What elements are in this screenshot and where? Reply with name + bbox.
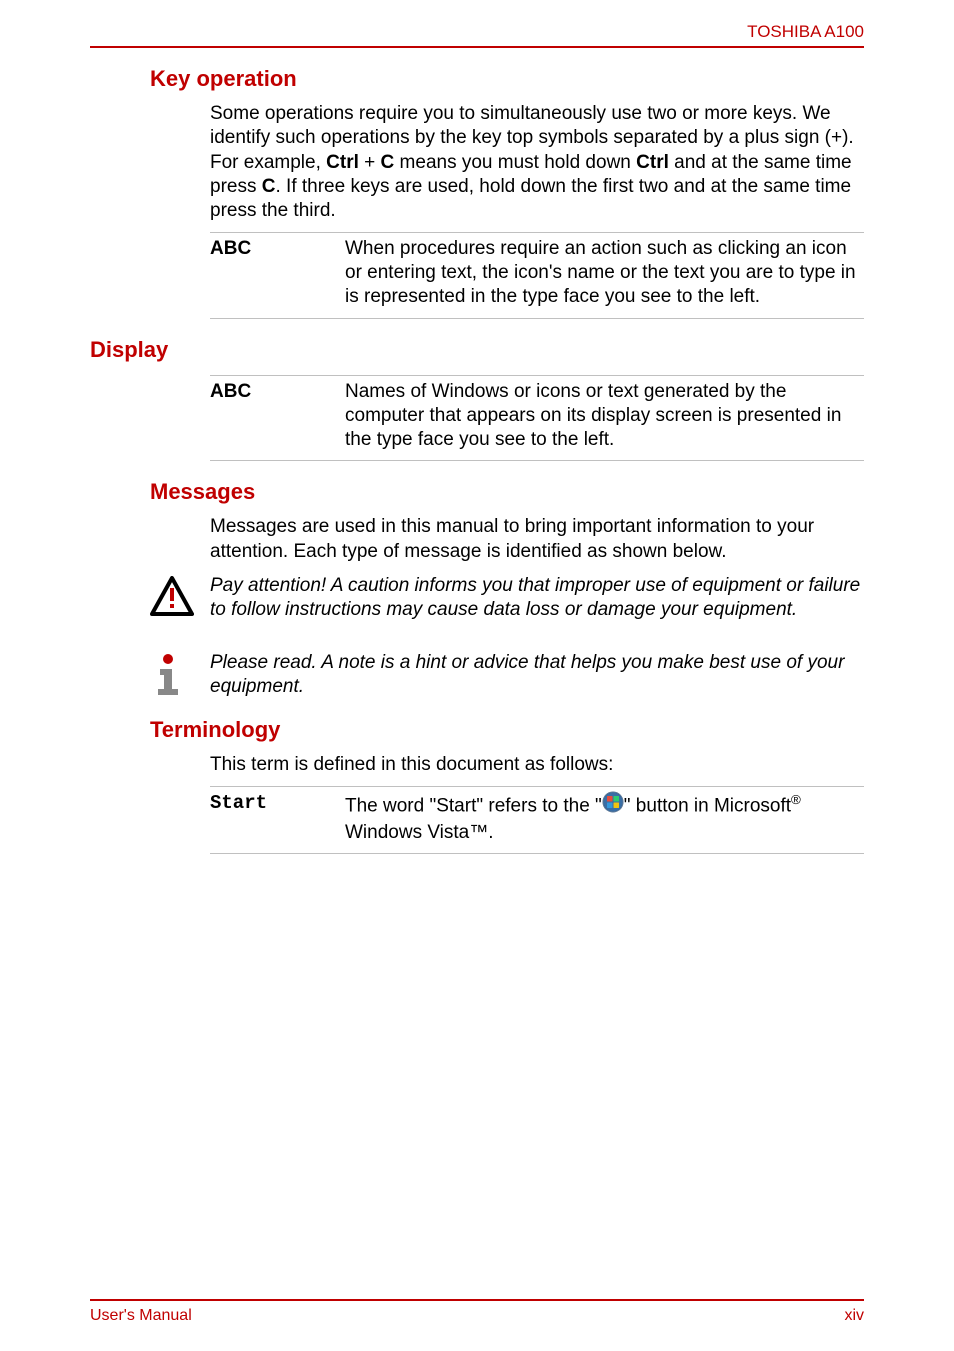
key-c: C — [262, 176, 276, 197]
text-fragment: means you must hold down — [394, 152, 636, 173]
caution-text: Pay attention! A caution informs you tha… — [210, 574, 864, 623]
text-fragment: . If three keys are used, hold down the … — [210, 176, 851, 221]
heading-display: Display — [90, 337, 864, 363]
key-operation-table: ABC When procedures require an action su… — [210, 232, 864, 319]
info-icon — [150, 651, 210, 697]
messages-intro: Messages are used in this manual to brin… — [210, 515, 864, 564]
header-rule — [90, 46, 864, 48]
desc-abc-sans: Names of Windows or icons or text genera… — [345, 380, 864, 453]
key-ctrl: Ctrl — [636, 152, 669, 173]
footer-rule — [90, 1299, 864, 1301]
terminology-intro: This term is defined in this document as… — [210, 753, 864, 777]
text-fragment: " button in Microsoft — [624, 795, 791, 816]
note-callout: Please read. A note is a hint or advice … — [150, 651, 864, 700]
footer-page-number: xiv — [844, 1307, 864, 1325]
heading-messages: Messages — [150, 479, 864, 505]
text-fragment: + — [359, 152, 381, 173]
registered-mark: ® — [791, 792, 801, 807]
table-row: ABC When procedures require an action su… — [210, 233, 864, 318]
text-fragment: The word "Start" refers to the " — [345, 795, 602, 816]
desc-abc-bold: When procedures require an action such a… — [345, 237, 864, 310]
heading-key-operation: Key operation — [150, 66, 864, 92]
table-rule — [210, 460, 864, 461]
key-operation-intro: Some operations require you to simultane… — [210, 102, 864, 224]
text-fragment: Windows Vista™. — [345, 822, 494, 843]
table-row: Start The word "Start" refers to the " " … — [210, 787, 864, 853]
table-rule — [210, 318, 864, 319]
heading-terminology: Terminology — [150, 717, 864, 743]
caution-icon — [150, 574, 210, 616]
terminology-table: Start The word "Start" refers to the " " … — [210, 786, 864, 854]
note-text: Please read. A note is a hint or advice … — [210, 651, 864, 700]
key-c: C — [381, 152, 395, 173]
content-area: Key operation Some operations require yo… — [90, 66, 864, 854]
page: TOSHIBA A100 Key operation Some operatio… — [0, 0, 954, 1351]
footer-left: User's Manual — [90, 1307, 192, 1325]
caution-callout: Pay attention! A caution informs you tha… — [150, 574, 864, 623]
windows-start-orb-icon — [602, 791, 624, 820]
term-abc-sans: ABC — [210, 380, 345, 453]
display-table: ABC Names of Windows or icons or text ge… — [210, 375, 864, 462]
term-start: Start — [210, 791, 345, 845]
term-abc-bold: ABC — [210, 237, 345, 310]
table-row: ABC Names of Windows or icons or text ge… — [210, 376, 864, 461]
table-rule — [210, 853, 864, 854]
desc-start: The word "Start" refers to the " " button… — [345, 791, 864, 845]
header-product: TOSHIBA A100 — [747, 22, 864, 42]
key-ctrl: Ctrl — [326, 152, 359, 173]
